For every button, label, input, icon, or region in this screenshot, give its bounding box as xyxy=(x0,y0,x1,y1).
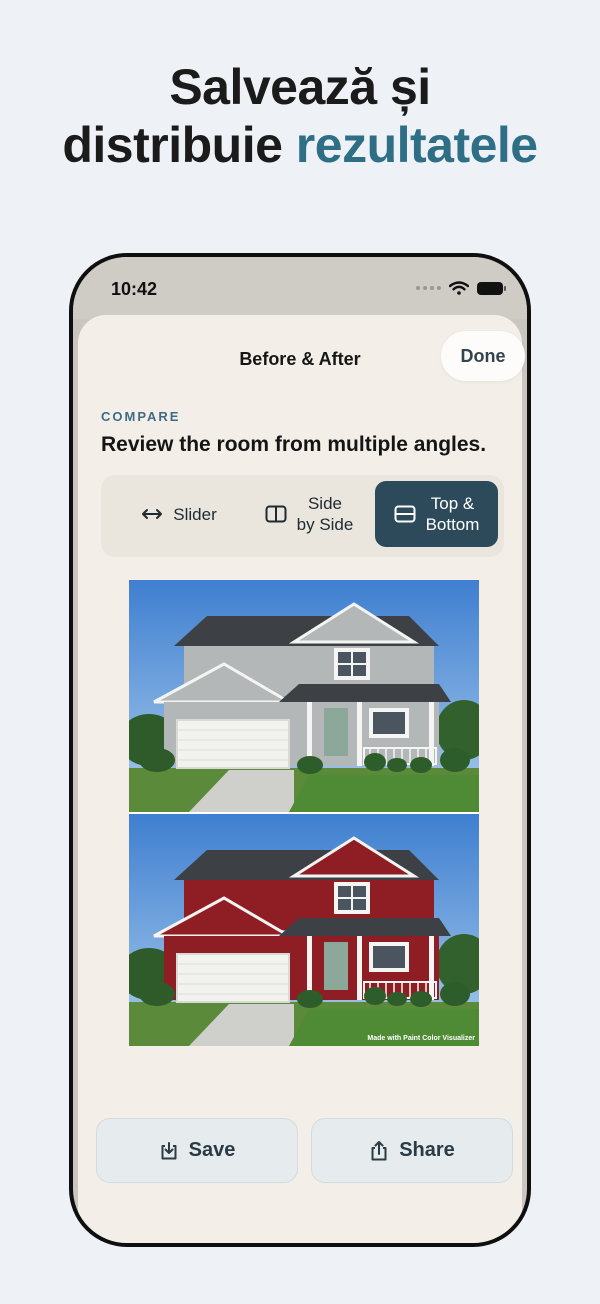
mode-top-bottom-label: Top & Bottom xyxy=(426,493,480,535)
compare-eyebrow: COMPARE xyxy=(101,409,181,424)
split-columns-icon xyxy=(265,505,287,523)
share-icon xyxy=(371,1140,387,1160)
mode-side-by-side[interactable]: Side by Side xyxy=(249,481,369,547)
app-watermark: Made with Paint Color Visualizer xyxy=(367,1035,475,1042)
mode-top-bottom[interactable]: Top & Bottom xyxy=(375,481,498,547)
arrows-horizontal-icon xyxy=(141,507,163,521)
promo-headline: Salvează și distribuie rezultatele xyxy=(0,58,600,174)
share-button[interactable]: Share xyxy=(311,1118,513,1183)
after-photo: Made with Paint Color Visualizer xyxy=(129,814,479,1046)
cellular-signal-icon xyxy=(416,286,441,290)
mode-top-bottom-line1: Top & xyxy=(430,494,475,513)
wifi-icon xyxy=(449,281,469,295)
compare-mode-selector: Slider Side by Side Top & Bottom xyxy=(101,475,504,557)
phone-frame: 10:42 Before & After Done COMPARE Review… xyxy=(69,253,531,1247)
mode-top-bottom-line2: Bottom xyxy=(425,515,480,534)
headline-accent: rezultatele xyxy=(295,117,538,173)
done-button[interactable]: Done xyxy=(441,331,525,381)
mode-slider[interactable]: Slider xyxy=(119,481,239,547)
comparison-image[interactable]: Made with Paint Color Visualizer xyxy=(129,580,479,1046)
save-label: Save xyxy=(188,1139,236,1161)
headline-line-1: Salvează și xyxy=(169,59,431,115)
save-button[interactable]: Save xyxy=(96,1118,298,1183)
mode-side-by-side-line1: Side xyxy=(307,494,342,513)
mode-slider-label: Slider xyxy=(173,504,217,524)
status-time: 10:42 xyxy=(111,279,158,299)
download-icon xyxy=(161,1141,177,1159)
headline-line-2: distribuie rezultatele xyxy=(0,116,600,174)
share-label: Share xyxy=(399,1139,455,1161)
split-rows-icon xyxy=(394,505,416,523)
compare-subtitle: Review the room from multiple angles. xyxy=(101,433,487,456)
before-photo xyxy=(129,580,479,812)
status-icons xyxy=(416,281,506,295)
headline-plain: distribuie xyxy=(62,117,296,173)
before-after-sheet: Before & After Done COMPARE Review the r… xyxy=(78,315,525,1243)
status-bar: 10:42 xyxy=(73,257,527,319)
battery-icon xyxy=(477,281,506,295)
mode-side-by-side-label: Side by Side xyxy=(297,493,354,535)
mode-side-by-side-line2: by Side xyxy=(296,515,354,534)
